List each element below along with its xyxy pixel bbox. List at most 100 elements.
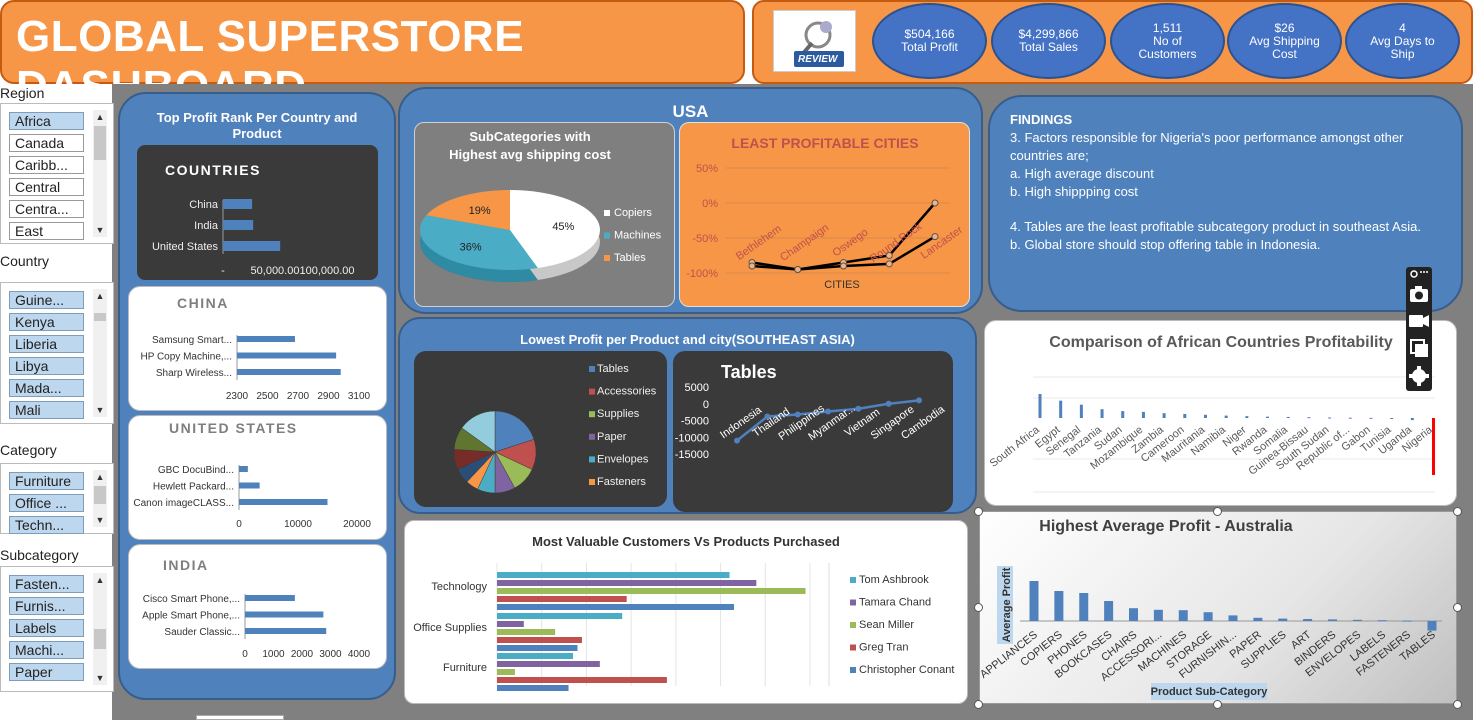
scroll-down-icon[interactable]: ▼ xyxy=(93,671,107,685)
slicer-item[interactable]: Canada xyxy=(9,134,84,152)
tick-label: -15000 xyxy=(675,449,709,461)
least-profitable-card: LEAST PROFITABLE CITIES 50% 0% -50% -100% Bet… xyxy=(679,122,970,307)
chart-title: Highest avg shipping cost xyxy=(449,147,611,162)
scroll-up-icon[interactable]: ▲ xyxy=(93,110,107,124)
tick-label: -50% xyxy=(692,233,718,245)
link-icon[interactable] xyxy=(1410,270,1428,278)
bar xyxy=(1328,417,1332,419)
bar xyxy=(237,352,337,359)
bar xyxy=(223,241,281,251)
scroll-thumb[interactable] xyxy=(94,629,106,649)
copy-icon[interactable] xyxy=(1410,339,1428,357)
kpi-label: Avg Days to Ship xyxy=(1370,33,1435,61)
slicer-item[interactable]: Kenya xyxy=(9,313,84,331)
bar xyxy=(239,499,328,505)
resize-handle[interactable] xyxy=(1453,603,1462,612)
bar xyxy=(1129,608,1138,621)
findings-line: 3. Factors responsible for Nigeria's poo… xyxy=(1010,130,1404,163)
slicer-scrollbar[interactable]: ▲ ▼ xyxy=(93,573,107,685)
category-label: HP Copy Machine,... xyxy=(140,352,232,363)
resize-handle[interactable] xyxy=(1453,507,1462,516)
scroll-up-icon[interactable]: ▲ xyxy=(93,573,107,587)
slicer-item[interactable]: Libya xyxy=(9,357,84,375)
scroll-down-icon[interactable]: ▼ xyxy=(93,513,107,527)
slicer-item[interactable]: Paper xyxy=(9,663,84,681)
resize-handle[interactable] xyxy=(974,507,983,516)
slicer-scrollbar[interactable]: ▲ ▼ xyxy=(93,289,107,417)
scroll-down-icon[interactable]: ▼ xyxy=(93,403,107,417)
scroll-up-icon[interactable]: ▲ xyxy=(93,289,107,303)
countries-card: COUNTRIES China India United States - 50,000.… xyxy=(137,145,378,280)
scroll-up-icon[interactable]: ▲ xyxy=(93,470,107,484)
legend-label: Christopher Conant xyxy=(859,664,954,676)
scroll-thumb[interactable] xyxy=(94,126,106,160)
legend-swatch xyxy=(850,577,856,583)
scroll-thumb[interactable] xyxy=(94,486,106,504)
bar xyxy=(1352,619,1362,621)
resize-handle[interactable] xyxy=(1213,507,1222,516)
chart-title: CHINA xyxy=(177,295,229,311)
gear-icon[interactable] xyxy=(1409,366,1429,386)
slicer-scrollbar[interactable]: ▲ ▼ xyxy=(93,110,107,237)
shipping-pie-card: SubCategories with Highest avg shipping c… xyxy=(414,122,675,307)
resize-handle[interactable] xyxy=(1213,700,1222,709)
resize-handle[interactable] xyxy=(1453,700,1462,709)
sheet-tab[interactable] xyxy=(196,715,284,720)
slicer-item[interactable]: Furniture xyxy=(9,472,84,490)
slicer-item[interactable]: Liberia xyxy=(9,335,84,353)
bar xyxy=(1183,414,1187,418)
slicer-item[interactable]: East xyxy=(9,222,84,240)
australia-card: Highest Average Profit - Australia Averag… xyxy=(978,511,1457,704)
legend-label: Paper xyxy=(597,431,627,443)
slicer-country-title: Country xyxy=(0,253,50,269)
category-label: Canon imageCLASS... xyxy=(133,498,234,509)
scroll-down-icon[interactable]: ▼ xyxy=(93,223,107,237)
category-label: Samsung Smart... xyxy=(152,335,232,346)
camera-icon[interactable] xyxy=(1410,286,1428,302)
slicer-item[interactable]: Labels xyxy=(9,619,84,637)
data-point xyxy=(931,199,939,207)
legend-swatch xyxy=(589,456,595,463)
data-point xyxy=(885,260,893,268)
resize-handle[interactable] xyxy=(974,700,983,709)
usa-panel-title: USA xyxy=(672,102,709,121)
chart-title: Most Valuable Customers Vs Products Purc… xyxy=(532,534,840,549)
china-card: CHINA Samsung Smart... HP Copy Machine,...… xyxy=(128,286,387,411)
bar xyxy=(1377,620,1387,622)
scroll-thumb[interactable] xyxy=(94,313,106,321)
slicer-item[interactable]: Caribb... xyxy=(9,156,84,174)
x-tick-label: Oswego xyxy=(830,226,870,259)
chart-title: INDIA xyxy=(163,557,209,573)
data-point xyxy=(916,397,922,404)
bar xyxy=(1390,418,1394,419)
bar xyxy=(497,572,730,578)
video-icon[interactable] xyxy=(1409,315,1429,327)
slicer-item[interactable]: Furnis... xyxy=(9,597,84,615)
slicer-item[interactable]: Centra... xyxy=(9,200,84,218)
legend-swatch xyxy=(850,599,856,606)
slicer-item[interactable]: Guine... xyxy=(9,291,84,309)
slicer-item[interactable]: Africa xyxy=(9,112,84,130)
bar xyxy=(1100,409,1104,418)
slicer-item[interactable]: Mali xyxy=(9,401,84,419)
bar xyxy=(1079,593,1089,621)
legend-label: Tamara Chand xyxy=(859,597,931,609)
data-point xyxy=(748,262,756,270)
data-point xyxy=(734,437,740,444)
slicer-item[interactable]: Mada... xyxy=(9,379,84,397)
legend-label: Accessories xyxy=(597,386,657,398)
resize-handle[interactable] xyxy=(974,603,983,612)
legend-swatch xyxy=(589,411,595,418)
legend-label: Copiers xyxy=(614,207,652,219)
slicer-item[interactable]: Office ... xyxy=(9,494,84,512)
slicer-item[interactable]: Fasten... xyxy=(9,575,84,593)
slicer-item[interactable]: Central xyxy=(9,178,84,196)
slicer-scrollbar[interactable]: ▲ ▼ xyxy=(93,470,107,527)
kpi-total-profit: $504,166 Total Profit xyxy=(872,3,987,79)
slicer-item[interactable]: Techn... xyxy=(9,516,84,534)
bar xyxy=(1038,394,1042,418)
kpi-label: Avg Shipping Cost xyxy=(1249,33,1320,61)
tick-label: 2500 xyxy=(256,391,279,402)
slicer-item[interactable]: Machi... xyxy=(9,641,84,659)
category-label: Hewlett Packard... xyxy=(153,482,234,493)
